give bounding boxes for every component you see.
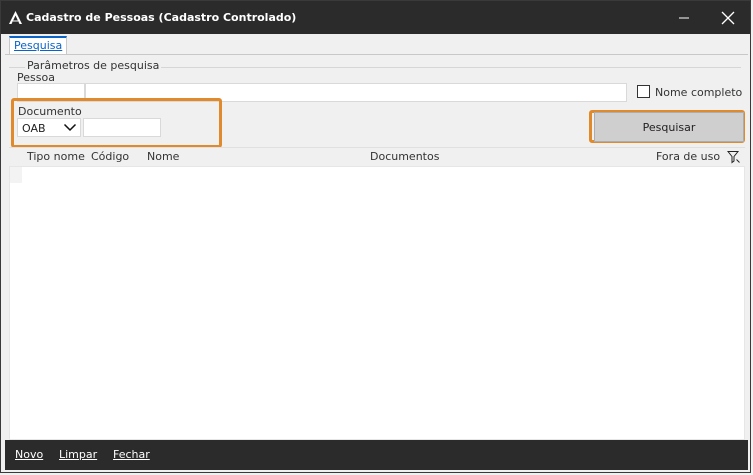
- app-logo-icon: [9, 11, 22, 24]
- novo-link[interactable]: Novo: [15, 448, 43, 461]
- footer-toolbar: Novo Limpar Fechar: [5, 440, 748, 470]
- fechar-link[interactable]: Fechar: [113, 448, 150, 461]
- minimize-button[interactable]: [662, 1, 706, 34]
- main-window: Cadastro de Pessoas (Cadastro Controlado…: [0, 0, 751, 473]
- results-grid[interactable]: [9, 166, 745, 440]
- row-selector: [10, 167, 22, 183]
- close-icon: [721, 11, 735, 24]
- column-codigo[interactable]: Código: [91, 150, 129, 163]
- search-panel: Parâmetros de pesquisa Pessoa Nome compl…: [5, 54, 748, 441]
- window-title: Cadastro de Pessoas (Cadastro Controlado…: [26, 11, 297, 24]
- column-fora-de-uso[interactable]: Fora de uso: [656, 150, 720, 163]
- limpar-link[interactable]: Limpar: [59, 448, 97, 461]
- column-tipo-nome[interactable]: Tipo nome: [27, 150, 85, 163]
- chevron-down-icon: [63, 123, 77, 132]
- documento-type-select[interactable]: OAB: [17, 118, 81, 137]
- fechar-label: Fechar: [113, 448, 150, 461]
- column-documentos[interactable]: Documentos: [370, 150, 439, 163]
- pesquisar-button-label: Pesquisar: [642, 120, 696, 134]
- nome-completo-label: Nome completo: [655, 86, 743, 99]
- nome-completo-checkbox[interactable]: [637, 85, 650, 98]
- filter-icon[interactable]: [727, 150, 741, 164]
- minimize-icon: [679, 17, 689, 18]
- novo-label: Novo: [15, 448, 44, 461]
- column-nome[interactable]: Nome: [147, 150, 179, 163]
- documento-label: Documento: [18, 105, 82, 118]
- close-button[interactable]: [706, 1, 750, 34]
- tab-strip: Pesquisa: [1, 34, 750, 54]
- pesquisar-button[interactable]: Pesquisar: [594, 112, 744, 142]
- documento-number-input[interactable]: [83, 118, 161, 137]
- titlebar: Cadastro de Pessoas (Cadastro Controlado…: [1, 1, 750, 34]
- tab-pesquisa[interactable]: Pesquisa: [9, 36, 68, 54]
- results-grid-header: Tipo nome Código Nome Documentos Fora de…: [9, 147, 745, 167]
- limpar-label: Limpar: [59, 448, 98, 461]
- documento-type-value: OAB: [22, 122, 46, 135]
